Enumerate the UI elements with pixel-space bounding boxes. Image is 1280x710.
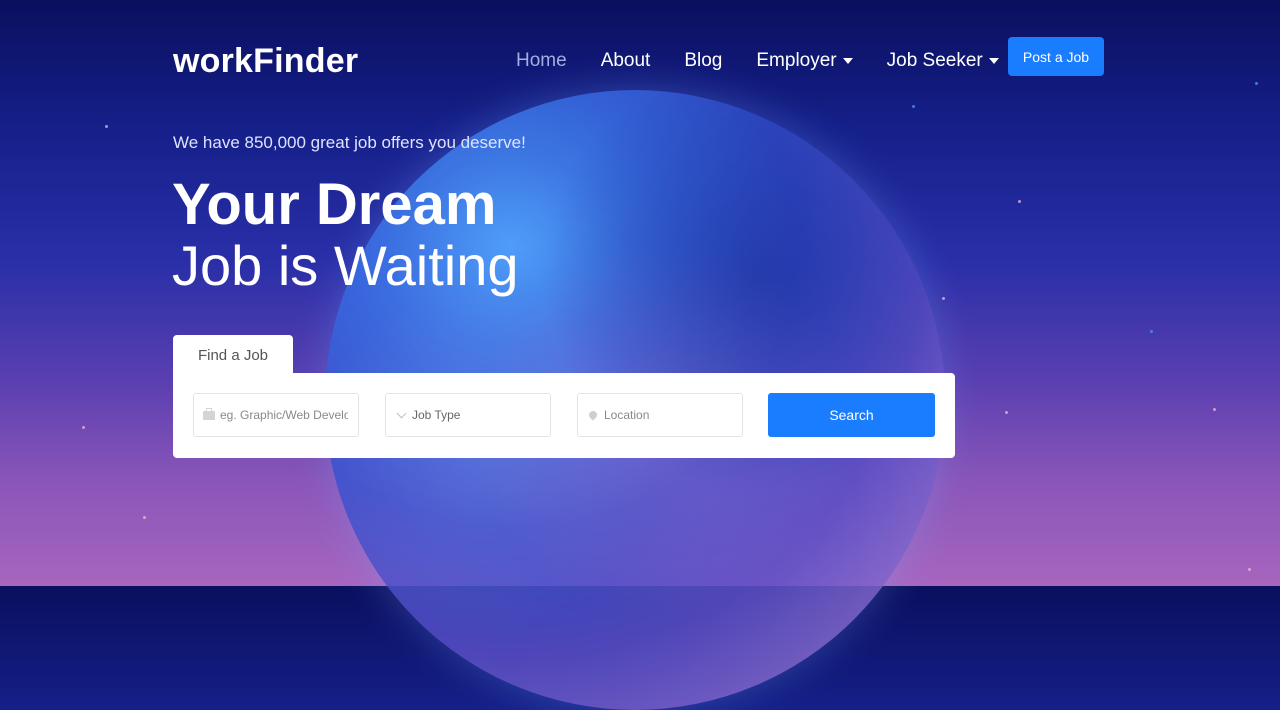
star-dot xyxy=(1150,330,1153,333)
star-dot xyxy=(105,125,108,128)
hero-title-line1: Your Dream xyxy=(172,172,497,237)
star-dot xyxy=(1248,568,1251,571)
star-dot xyxy=(82,426,85,429)
chevron-down-icon xyxy=(394,408,408,419)
caret-down-icon xyxy=(988,58,999,64)
nav-item-job-seeker[interactable]: Job Seeker xyxy=(887,50,999,72)
map-pin-icon xyxy=(586,409,600,421)
nav-item-about[interactable]: About xyxy=(601,50,651,72)
star-dot xyxy=(1213,408,1216,411)
nav-item-home[interactable]: Home xyxy=(516,50,567,72)
brand-logo[interactable]: workFinder xyxy=(173,42,358,81)
job-type-label: Job Type xyxy=(412,408,461,422)
caret-down-icon xyxy=(842,58,853,64)
nav-item-label: Employer xyxy=(756,50,837,71)
keyword-field[interactable] xyxy=(193,393,359,437)
keyword-input[interactable] xyxy=(220,408,348,422)
star-dot xyxy=(1005,411,1008,414)
star-dot xyxy=(143,516,146,519)
briefcase-icon xyxy=(202,407,216,420)
star-dot xyxy=(1255,82,1258,85)
nav-item-label: Job Seeker xyxy=(886,50,983,71)
star-dot xyxy=(1018,200,1021,203)
star-dot xyxy=(942,297,945,300)
nav-item-label: Home xyxy=(516,50,567,71)
main-nav: Home About Blog Employer Job Seeker xyxy=(516,50,1033,72)
star-dot xyxy=(912,105,915,108)
post-job-button[interactable]: Post a Job xyxy=(1008,37,1104,76)
location-field[interactable] xyxy=(577,393,743,437)
nav-item-employer[interactable]: Employer xyxy=(756,50,853,72)
tab-find-job[interactable]: Find a Job xyxy=(173,335,293,375)
search-panel: Job Type Search xyxy=(173,373,955,458)
hero-title-line2: Job is Waiting xyxy=(172,234,519,297)
nav-item-label: Blog xyxy=(684,50,723,71)
location-input[interactable] xyxy=(604,408,732,422)
nav-item-label: About xyxy=(600,50,651,71)
hero-tagline: We have 850,000 great job offers you des… xyxy=(173,133,526,152)
job-type-select[interactable]: Job Type xyxy=(385,393,551,437)
search-button[interactable]: Search xyxy=(768,393,935,437)
nav-item-blog[interactable]: Blog xyxy=(684,50,722,72)
